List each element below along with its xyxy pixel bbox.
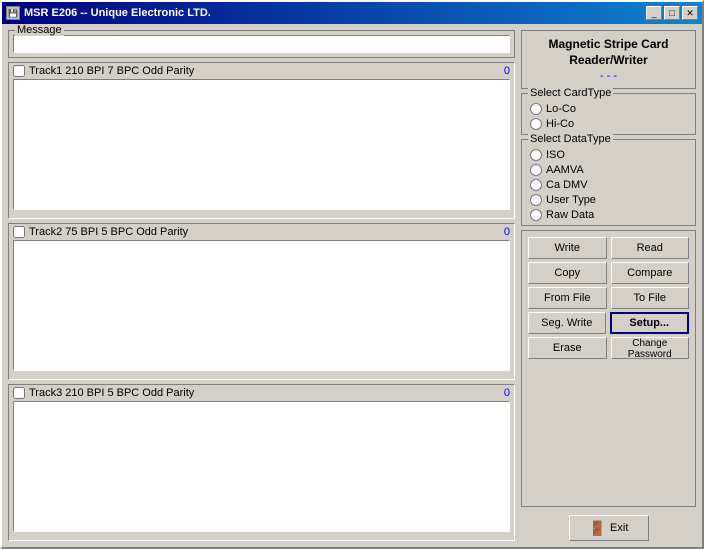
btn-row-3: From File To File: [528, 287, 689, 309]
read-button[interactable]: Read: [611, 237, 690, 259]
copy-button[interactable]: Copy: [528, 262, 607, 284]
track3-textarea[interactable]: [13, 401, 510, 532]
track1-header: Track1 210 BPI 7 BPC Odd Parity 0: [9, 63, 514, 79]
message-label: Message: [15, 24, 64, 36]
setup-button[interactable]: Setup...: [610, 312, 690, 334]
window-content: Message Track1 210 BPI 7 BPC Odd Parity …: [2, 24, 702, 547]
app-title-line1: Magnetic Stripe Card: [548, 37, 668, 51]
card-type-lo-co-item: Lo-Co: [530, 103, 687, 115]
data-type-aamva-label: AAMVA: [546, 164, 584, 176]
title-bar-left: 💾 MSR E206 -- Unique Electronic LTD.: [6, 6, 211, 20]
message-group: Message: [8, 30, 515, 58]
data-type-group: Select DataType ISO AAMVA Ca DMV User Ty…: [521, 139, 696, 226]
app-title: Magnetic Stripe Card Reader/Writer: [530, 37, 687, 68]
data-type-ca-dmv-radio[interactable]: [530, 179, 542, 191]
btn-row-1: Write Read: [528, 237, 689, 259]
card-type-lo-co-label: Lo-Co: [546, 103, 576, 115]
message-input[interactable]: [13, 35, 510, 53]
card-type-hi-co-item: Hi-Co: [530, 118, 687, 130]
track3-checkbox[interactable]: [13, 387, 25, 399]
data-type-raw-data-item: Raw Data: [530, 209, 687, 221]
card-type-lo-co-radio[interactable]: [530, 103, 542, 115]
app-subtitle: - - -: [530, 70, 687, 82]
app-title-line2: Reader/Writer: [569, 53, 647, 67]
data-type-iso-radio[interactable]: [530, 149, 542, 161]
track2-count: 0: [504, 226, 510, 238]
window-title: MSR E206 -- Unique Electronic LTD.: [24, 7, 211, 19]
exit-label: Exit: [610, 522, 628, 534]
card-type-hi-co-label: Hi-Co: [546, 118, 574, 130]
right-panel: Magnetic Stripe Card Reader/Writer - - -…: [521, 30, 696, 541]
data-type-ca-dmv-label: Ca DMV: [546, 179, 588, 191]
maximize-button[interactable]: □: [664, 6, 680, 20]
seg-write-button[interactable]: Seg. Write: [528, 312, 606, 334]
exit-icon: 🚪: [589, 520, 606, 537]
track3-header: Track3 210 BPI 5 BPC Odd Parity 0: [9, 385, 514, 401]
close-button[interactable]: ✕: [682, 6, 698, 20]
btn-row-5: Erase Change Password: [528, 337, 689, 359]
data-type-user-type-item: User Type: [530, 194, 687, 206]
data-type-iso-item: ISO: [530, 149, 687, 161]
data-type-user-type-radio[interactable]: [530, 194, 542, 206]
btn-row-2: Copy Compare: [528, 262, 689, 284]
data-type-label: Select DataType: [528, 133, 613, 145]
track1-count: 0: [504, 65, 510, 77]
track2-checkbox[interactable]: [13, 226, 25, 238]
compare-button[interactable]: Compare: [611, 262, 690, 284]
track1-label: Track1 210 BPI 7 BPC Odd Parity: [29, 65, 500, 77]
title-bar-buttons: _ □ ✕: [646, 6, 698, 20]
exit-row: 🚪 Exit: [521, 515, 696, 541]
from-file-button[interactable]: From File: [528, 287, 607, 309]
change-password-button[interactable]: Change Password: [611, 337, 690, 359]
title-bar: 💾 MSR E206 -- Unique Electronic LTD. _ □…: [2, 2, 702, 24]
card-type-group: Select CardType Lo-Co Hi-Co: [521, 93, 696, 135]
track3-group: Track3 210 BPI 5 BPC Odd Parity 0: [8, 384, 515, 541]
minimize-button[interactable]: _: [646, 6, 662, 20]
data-type-raw-data-radio[interactable]: [530, 209, 542, 221]
track1-checkbox[interactable]: [13, 65, 25, 77]
data-type-aamva-item: AAMVA: [530, 164, 687, 176]
main-window: 💾 MSR E206 -- Unique Electronic LTD. _ □…: [0, 0, 704, 549]
track1-textarea[interactable]: [13, 79, 510, 210]
left-panel: Message Track1 210 BPI 7 BPC Odd Parity …: [8, 30, 515, 541]
write-button[interactable]: Write: [528, 237, 607, 259]
card-type-label: Select CardType: [528, 87, 613, 99]
track2-textarea[interactable]: [13, 240, 510, 371]
app-title-box: Magnetic Stripe Card Reader/Writer - - -: [521, 30, 696, 89]
track2-header: Track2 75 BPI 5 BPC Odd Parity 0: [9, 224, 514, 240]
track2-group: Track2 75 BPI 5 BPC Odd Parity 0: [8, 223, 515, 380]
buttons-section: Write Read Copy Compare From File To Fil…: [521, 230, 696, 507]
app-icon: 💾: [6, 6, 20, 20]
data-type-user-type-label: User Type: [546, 194, 596, 206]
data-type-ca-dmv-item: Ca DMV: [530, 179, 687, 191]
exit-button[interactable]: 🚪 Exit: [569, 515, 649, 541]
to-file-button[interactable]: To File: [611, 287, 690, 309]
track3-count: 0: [504, 387, 510, 399]
erase-button[interactable]: Erase: [528, 337, 607, 359]
track1-group: Track1 210 BPI 7 BPC Odd Parity 0: [8, 62, 515, 219]
data-type-aamva-radio[interactable]: [530, 164, 542, 176]
btn-row-4: Seg. Write Setup...: [528, 312, 689, 334]
data-type-iso-label: ISO: [546, 149, 565, 161]
card-type-hi-co-radio[interactable]: [530, 118, 542, 130]
track2-label: Track2 75 BPI 5 BPC Odd Parity: [29, 226, 500, 238]
track3-label: Track3 210 BPI 5 BPC Odd Parity: [29, 387, 500, 399]
data-type-raw-data-label: Raw Data: [546, 209, 594, 221]
